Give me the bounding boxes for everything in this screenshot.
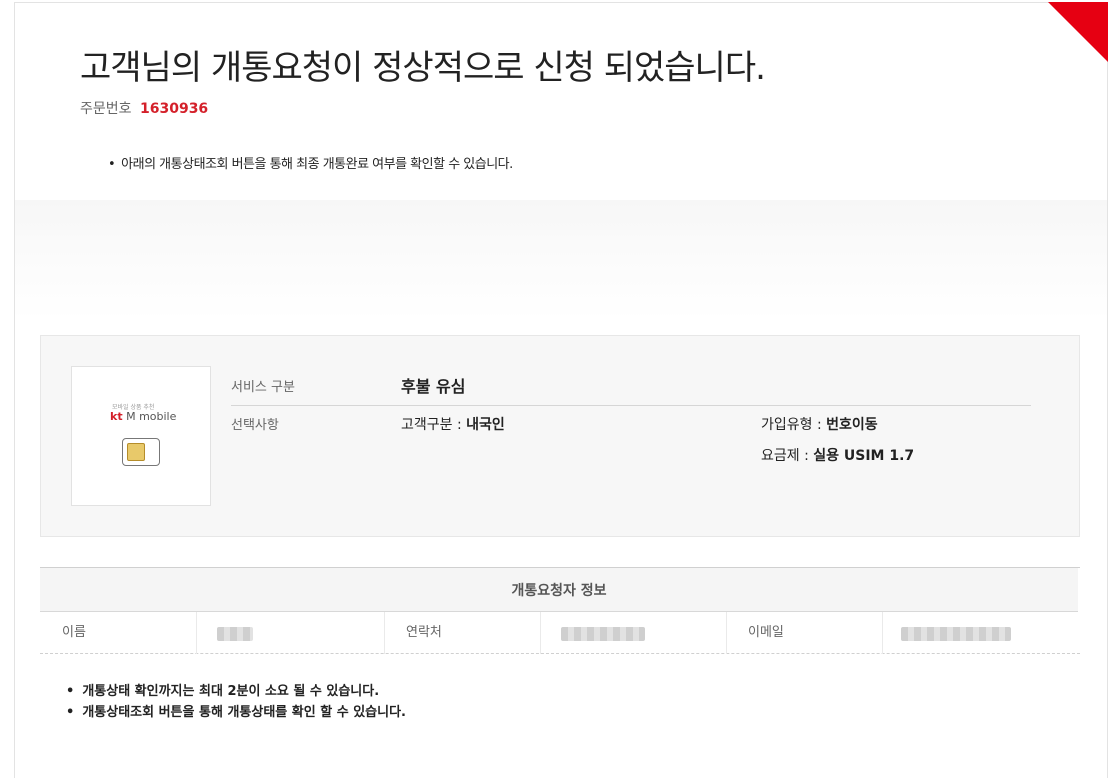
footer-note: 개통상태 확인까지는 최대 2분이 소요 될 수 있습니다. xyxy=(66,681,406,702)
cell-divider xyxy=(540,612,541,654)
rate-plan-label: 요금제 : xyxy=(761,448,809,464)
sim-chip-icon xyxy=(127,443,145,461)
rate-plan: 요금제 : 실용 USIM 1.7 xyxy=(761,445,914,465)
email-value-redacted xyxy=(901,627,1011,641)
footer-note: 개통상태조회 버튼을 통해 개통상태를 확인 할 수 있습니다. xyxy=(66,702,406,723)
requester-info-title: 개통요청자 정보 xyxy=(40,568,1078,612)
logo-kt-text: kt xyxy=(110,410,123,423)
order-number: 1630936 xyxy=(139,101,209,117)
customer-type-value: 내국인 xyxy=(466,417,505,433)
product-image: 모바일 상품 추천 kt M mobile xyxy=(71,366,211,506)
section-fade xyxy=(15,200,1107,320)
kt-mmobile-logo: kt M mobile xyxy=(110,410,176,423)
requester-info-row: 이름 연락처 이메일 xyxy=(40,612,1078,654)
cell-divider xyxy=(726,612,727,654)
email-label: 이메일 xyxy=(748,625,784,640)
name-label: 이름 xyxy=(62,625,86,640)
cell-divider xyxy=(196,612,197,654)
order-label: 주문번호 xyxy=(80,101,132,117)
cell-divider xyxy=(882,612,883,654)
customer-type-label: 고객구분 : xyxy=(401,417,462,433)
status-notice: 아래의 개통상태조회 버튼을 통해 최종 개통완료 여부를 확인할 수 있습니다… xyxy=(108,153,513,172)
rate-plan-value: 실용 USIM 1.7 xyxy=(813,448,915,464)
footer-notes: 개통상태 확인까지는 최대 2분이 소요 될 수 있습니다. 개통상태조회 버튼… xyxy=(66,681,406,723)
customer-type: 고객구분 : 내국인 xyxy=(401,414,505,434)
product-divider xyxy=(231,405,1031,406)
join-type-label: 가입유형 : xyxy=(761,417,822,433)
cell-divider xyxy=(384,612,385,654)
contact-value-redacted xyxy=(561,627,645,641)
name-value-redacted xyxy=(217,627,253,641)
product-summary: 모바일 상품 추천 kt M mobile 서비스 구분 후불 유심 선택사항 … xyxy=(40,335,1080,537)
page-title: 고객님의 개통요청이 정상적으로 신청 되었습니다. xyxy=(80,48,766,88)
logo-brand-text: M mobile xyxy=(126,410,177,423)
join-type-value: 번호이동 xyxy=(826,417,878,433)
sim-card-icon xyxy=(122,438,160,466)
join-type: 가입유형 : 번호이동 xyxy=(761,414,878,434)
corner-ribbon xyxy=(1048,2,1108,62)
service-type-value: 후불 유심 xyxy=(401,377,466,396)
options-label: 선택사항 xyxy=(231,418,279,433)
service-type-label: 서비스 구분 xyxy=(231,380,295,395)
requester-info-table: 개통요청자 정보 이름 연락처 이메일 xyxy=(40,567,1080,654)
contact-label: 연락처 xyxy=(406,625,442,640)
order-info: 주문번호 1630936 xyxy=(80,98,208,118)
